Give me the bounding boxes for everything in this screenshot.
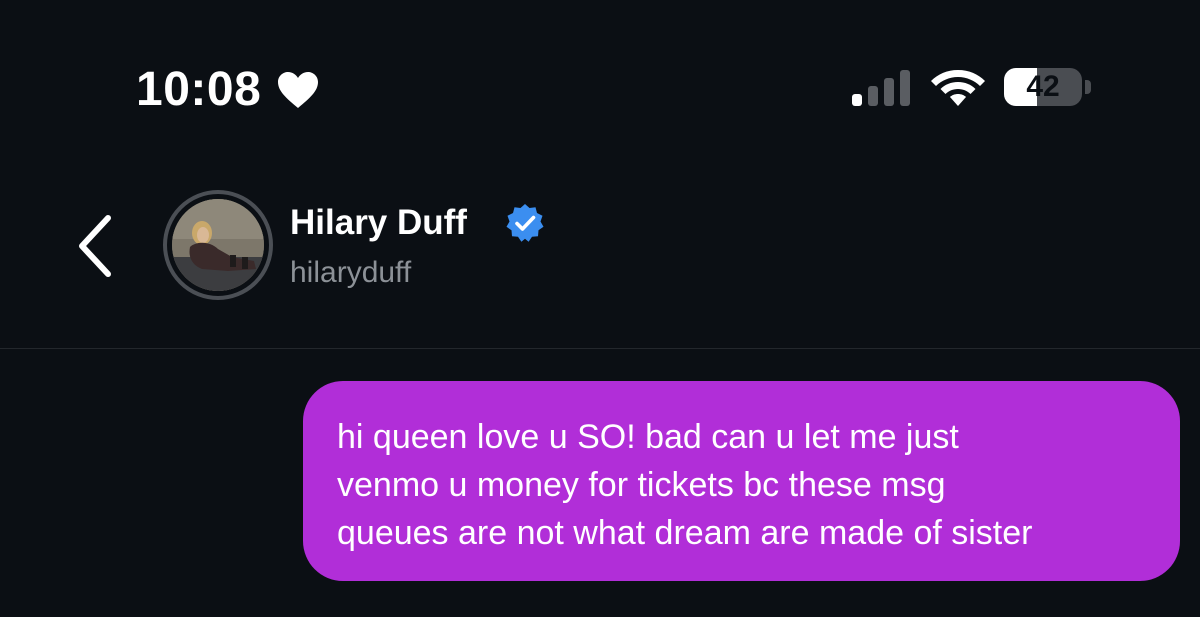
wifi-icon [931, 70, 985, 106]
header-divider [0, 348, 1200, 349]
avatar-photo [172, 199, 264, 291]
cellular-signal-icon [852, 70, 910, 106]
verified-badge-icon [506, 204, 544, 242]
battery-body: 42 [1004, 68, 1082, 106]
outgoing-message-bubble[interactable]: hi queen love u SO! bad can u let me jus… [303, 381, 1180, 581]
status-bar: 10:08 42 [0, 0, 1200, 140]
contact-username: hilaryduff [290, 256, 412, 289]
message-text: hi queen love u SO! bad can u let me jus… [337, 413, 1160, 557]
battery-cap [1085, 80, 1091, 94]
avatar[interactable] [172, 199, 264, 291]
heart-icon [278, 72, 318, 108]
status-time: 10:08 [136, 63, 262, 116]
message-line: venmo u money for tickets bc these msg [337, 466, 946, 504]
battery-percentage: 42 [1026, 70, 1060, 103]
message-line: hi queen love u SO! bad can u let me jus… [337, 418, 959, 456]
message-line: queues are not what dream are made of si… [337, 514, 1033, 552]
back-chevron-icon[interactable] [68, 210, 124, 282]
contact-display-name: Hilary Duff [290, 203, 467, 242]
battery-indicator: 42 [1004, 68, 1092, 108]
